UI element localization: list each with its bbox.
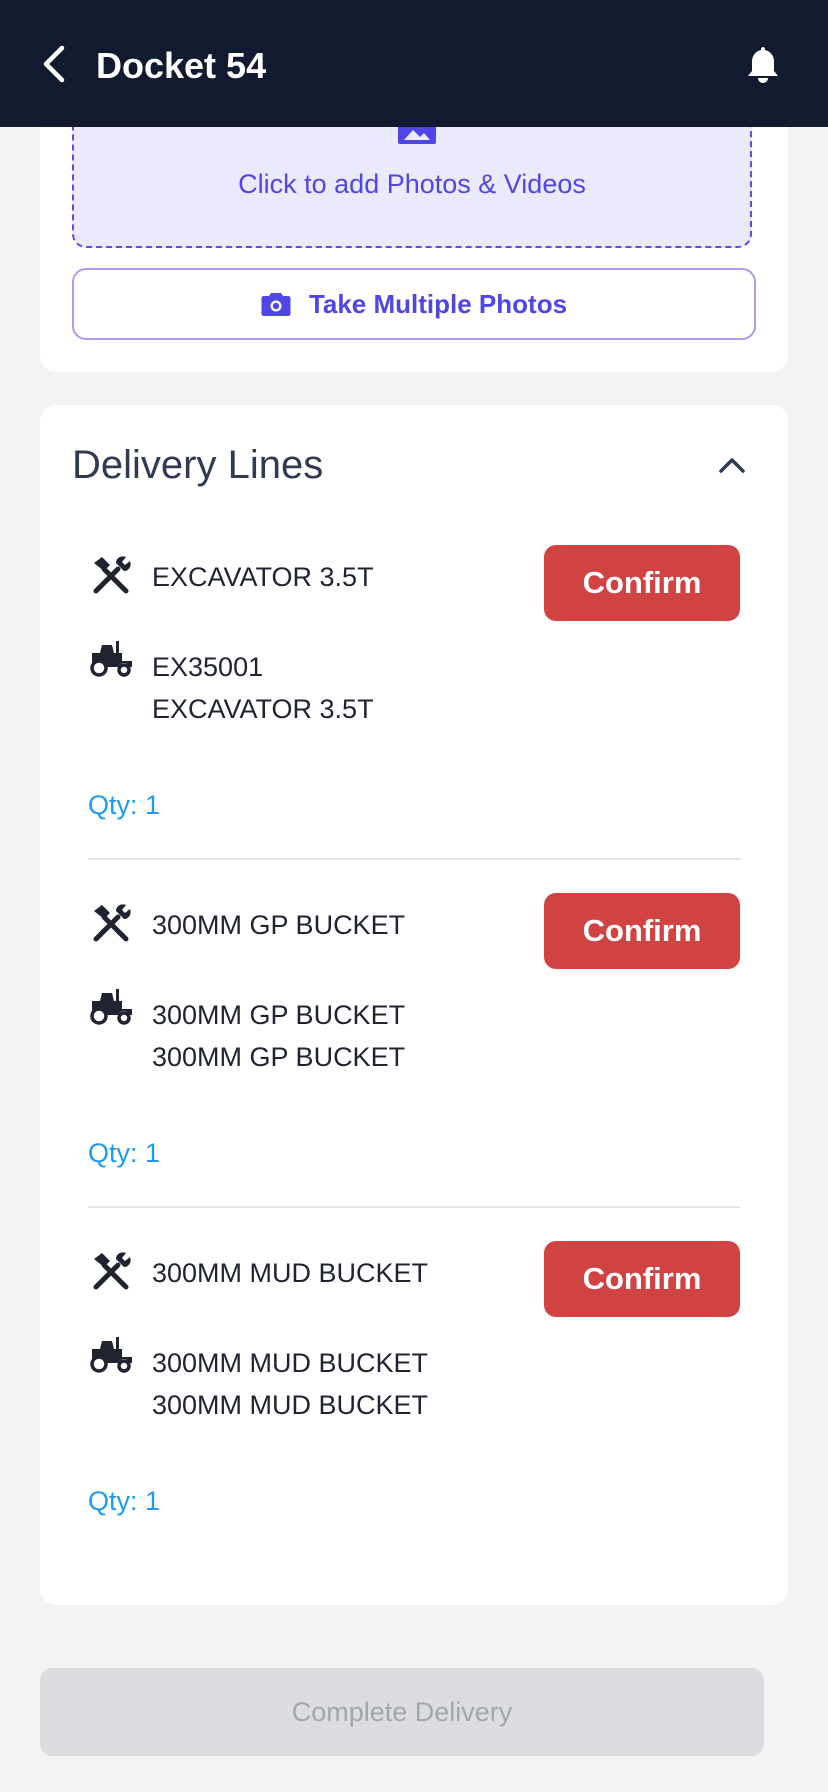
chevron-up-icon [719, 458, 745, 473]
tractor-icon [90, 641, 132, 677]
delivery-lines-card: Delivery Lines EXCAVATOR 3.5T Confirm EX… [40, 405, 788, 1605]
delivery-line-item: EXCAVATOR 3.5T Confirm EX35001 EXCAVATOR… [88, 545, 740, 893]
asset-code: 300MM GP BUCKET [152, 1000, 406, 1030]
tools-icon [93, 556, 131, 594]
dropzone-label: Click to add Photos & Videos [238, 169, 586, 199]
divider [88, 1206, 740, 1208]
quantity-label: Qty: 1 [88, 790, 161, 820]
product-name: 300MM MUD BUCKET [152, 1258, 429, 1288]
tractor-icon [90, 1337, 132, 1373]
quantity-label: Qty: 1 [88, 1486, 161, 1516]
product-name: 300MM GP BUCKET [152, 910, 406, 940]
chevron-left-icon [43, 45, 65, 83]
delivery-line-item: 300MM MUD BUCKET Confirm 300MM MUD BUCKE… [88, 1241, 740, 1589]
confirm-button[interactable]: Confirm [544, 893, 740, 969]
quantity-label: Qty: 1 [88, 1138, 161, 1168]
page-title: Docket 54 [96, 45, 267, 86]
take-multiple-photos-label: Take Multiple Photos [308, 288, 568, 319]
tractor-icon [90, 989, 132, 1025]
camera-icon [261, 293, 291, 316]
confirm-button[interactable]: Confirm [544, 1241, 740, 1317]
asset-code: 300MM MUD BUCKET [152, 1348, 429, 1378]
asset-code: EX35001 [152, 652, 264, 682]
delivery-line-item: 300MM GP BUCKET Confirm 300MM GP BUCKET … [88, 893, 740, 1241]
confirm-button[interactable]: Confirm [544, 545, 740, 621]
complete-delivery-button[interactable]: Complete Delivery [40, 1668, 764, 1756]
product-name: EXCAVATOR 3.5T [152, 562, 374, 592]
tools-icon [93, 1252, 131, 1290]
take-multiple-photos-button[interactable]: Take Multiple Photos [72, 268, 756, 340]
section-title: Delivery Lines [72, 443, 324, 487]
divider [88, 858, 740, 860]
collapse-button[interactable] [710, 443, 754, 487]
tools-icon [93, 904, 131, 942]
notifications-button[interactable] [738, 38, 788, 92]
app-header: Docket 54 [0, 0, 828, 127]
asset-description: 300MM GP BUCKET [152, 1042, 406, 1072]
asset-description: EXCAVATOR 3.5T [152, 694, 374, 724]
media-upload-card: Click to add Photos & Videos Take Multip… [40, 100, 788, 372]
back-button[interactable] [30, 34, 78, 94]
bell-icon [748, 47, 778, 83]
asset-description: 300MM MUD BUCKET [152, 1390, 429, 1420]
